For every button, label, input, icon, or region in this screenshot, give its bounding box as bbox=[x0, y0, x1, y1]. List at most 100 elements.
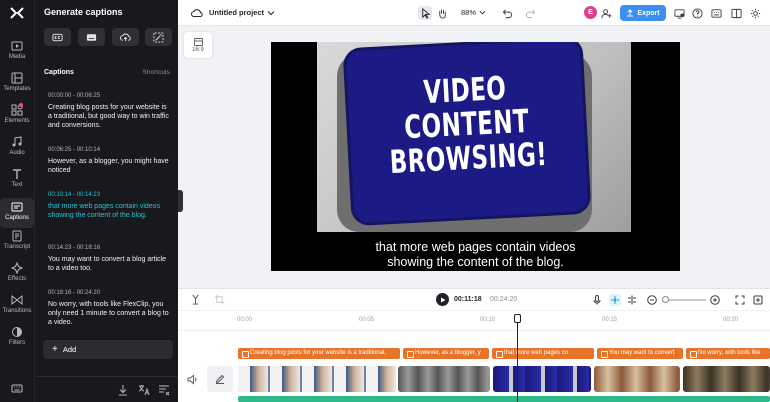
add-user-icon bbox=[600, 8, 612, 18]
cc-icon bbox=[52, 33, 63, 41]
rail-item-media[interactable]: Media bbox=[0, 40, 34, 70]
caption-item[interactable]: 00:14:23 - 00:18:16 You may want to conv… bbox=[48, 244, 170, 273]
help-button[interactable] bbox=[690, 6, 704, 20]
caption-text[interactable]: No worry, with tools like FlexClip, you … bbox=[48, 300, 170, 327]
speaker-icon[interactable] bbox=[187, 374, 198, 385]
edit-clip-button[interactable] bbox=[207, 366, 233, 392]
video-clip[interactable] bbox=[594, 366, 680, 392]
redo-button[interactable] bbox=[523, 6, 537, 20]
caption-clip[interactable]: No worry, with tools like bbox=[686, 348, 770, 359]
caption-text[interactable]: that more web pages contain videos showi… bbox=[48, 202, 170, 220]
panel-divider bbox=[35, 376, 179, 377]
undo-button[interactable] bbox=[500, 6, 514, 20]
shortcuts-button[interactable] bbox=[709, 6, 723, 20]
notification-dot bbox=[19, 103, 23, 107]
rail-item-templates[interactable]: Templates bbox=[0, 72, 34, 102]
cc-button[interactable] bbox=[44, 28, 71, 46]
split-clip-icon bbox=[628, 295, 636, 305]
download-icon[interactable] bbox=[117, 384, 129, 396]
add-member-button[interactable] bbox=[599, 6, 613, 20]
caption-item[interactable]: 00:18:16 - 00:24:20 No worry, with tools… bbox=[48, 289, 170, 327]
magic-icon bbox=[153, 31, 164, 43]
shortcuts-link[interactable]: Shortcuts bbox=[143, 69, 170, 76]
upload-subtitle-button[interactable] bbox=[112, 28, 139, 46]
crop-icon[interactable] bbox=[214, 294, 225, 305]
video-clip[interactable] bbox=[398, 366, 490, 392]
video-clip[interactable] bbox=[238, 366, 396, 392]
text-style-icon[interactable] bbox=[158, 384, 170, 396]
caption-clip[interactable]: that more web pages co bbox=[492, 348, 594, 359]
hand-tool-button[interactable] bbox=[435, 6, 449, 20]
panel-collapse-handle[interactable] bbox=[178, 190, 183, 212]
export-button[interactable]: Export bbox=[620, 5, 666, 21]
rail-item-captions[interactable]: Captions bbox=[0, 198, 34, 228]
play-button[interactable] bbox=[436, 293, 449, 306]
rail-item-transcript[interactable]: Transcript bbox=[0, 230, 34, 260]
rail-item-effects[interactable]: Effects bbox=[0, 262, 34, 292]
zoom-level[interactable]: 88% bbox=[461, 8, 476, 17]
auto-caption-button[interactable] bbox=[145, 28, 172, 46]
captions-icon bbox=[11, 202, 23, 212]
rail-item-elements[interactable]: Elements bbox=[0, 103, 34, 134]
ruler-tick: 00:20 bbox=[723, 317, 739, 323]
snap-button[interactable] bbox=[609, 294, 621, 306]
avatar[interactable]: E bbox=[584, 6, 597, 19]
time-ruler[interactable]: 00:00 00:05 00:10 00:15 00:20 bbox=[178, 311, 770, 331]
video-subtitle[interactable]: that more web pages contain videos showi… bbox=[271, 240, 680, 270]
zoom-in-button[interactable] bbox=[709, 294, 721, 306]
caption-item[interactable]: 00:00:00 - 00:06:25 Creating blog posts … bbox=[48, 92, 170, 130]
total-time: 00:24:20 bbox=[490, 296, 518, 303]
add-caption-button[interactable]: + Add bbox=[43, 340, 173, 359]
share-button[interactable] bbox=[672, 6, 686, 20]
playhead[interactable] bbox=[514, 314, 521, 402]
undo-icon bbox=[502, 9, 512, 18]
key-text: VIDEO CONTENT BROWSING! bbox=[380, 69, 554, 181]
playhead-handle[interactable] bbox=[514, 314, 521, 323]
timeline-zoom-slider[interactable] bbox=[662, 296, 706, 303]
settings-button[interactable] bbox=[748, 6, 762, 20]
fit-timeline-button[interactable] bbox=[734, 294, 746, 306]
video-clip[interactable] bbox=[493, 366, 591, 392]
select-tool-button[interactable] bbox=[418, 6, 432, 20]
rail-item-text[interactable]: Text bbox=[0, 168, 34, 198]
export-label: Export bbox=[637, 9, 660, 17]
text-icon bbox=[13, 169, 21, 179]
caption-text[interactable]: You may want to convert a blog article t… bbox=[48, 255, 170, 273]
minus-circle-icon bbox=[647, 295, 657, 305]
timeline[interactable]: 00:00 00:05 00:10 00:15 00:20 Creating b… bbox=[178, 311, 770, 402]
keyboard-key: VIDEO CONTENT BROWSING! bbox=[342, 42, 592, 227]
chevron-down-icon[interactable] bbox=[267, 9, 275, 17]
rail-item-filters[interactable]: Filters bbox=[0, 326, 34, 356]
aspect-ratio-button[interactable]: 16:9 bbox=[184, 32, 212, 58]
voiceover-button[interactable] bbox=[591, 294, 603, 306]
rail-item-transitions[interactable]: Transitions bbox=[0, 294, 34, 324]
split-clip-button[interactable] bbox=[626, 294, 638, 306]
video-clip[interactable] bbox=[683, 366, 770, 392]
caption-clip[interactable]: However, as a blogger, y bbox=[403, 348, 489, 359]
chevron-down-icon[interactable] bbox=[479, 9, 486, 16]
rail-label: Transitions bbox=[2, 308, 32, 314]
slider-handle[interactable] bbox=[662, 296, 669, 303]
project-name[interactable]: Untitled project bbox=[209, 8, 264, 17]
caption-text[interactable]: Creating blog posts for your website is … bbox=[48, 103, 170, 130]
rail-item-audio[interactable]: Audio bbox=[0, 136, 34, 166]
audio-track[interactable] bbox=[238, 396, 770, 402]
caption-item-active[interactable]: 00:10:14 - 00:14:23 that more web pages … bbox=[48, 191, 170, 220]
logo-icon[interactable] bbox=[10, 7, 24, 19]
zoom-out-button[interactable] bbox=[646, 294, 658, 306]
split-icon[interactable] bbox=[190, 294, 201, 305]
transcript-icon bbox=[12, 230, 22, 242]
fullscreen-button[interactable] bbox=[752, 294, 764, 306]
caption-text[interactable]: However, as a blogger, you might have no… bbox=[48, 157, 170, 175]
caption-clip[interactable]: Creating blog posts for your website is … bbox=[238, 348, 400, 359]
cloud-icon[interactable] bbox=[191, 7, 203, 19]
caption-item[interactable]: 00:06:25 - 00:10:14 However, as a blogge… bbox=[48, 146, 170, 175]
layout-button[interactable] bbox=[729, 6, 743, 20]
rail-label: Transcript bbox=[3, 244, 31, 250]
video-canvas[interactable]: VIDEO CONTENT BROWSING! that more web page… bbox=[271, 42, 680, 271]
playback-bar: 00:11:18 00:24:20 bbox=[178, 288, 770, 310]
keyboard-icon[interactable] bbox=[11, 382, 23, 394]
subtitle-file-button[interactable] bbox=[78, 28, 105, 46]
translate-icon[interactable] bbox=[138, 384, 150, 396]
caption-clip[interactable]: You may want to convert bbox=[597, 348, 683, 359]
